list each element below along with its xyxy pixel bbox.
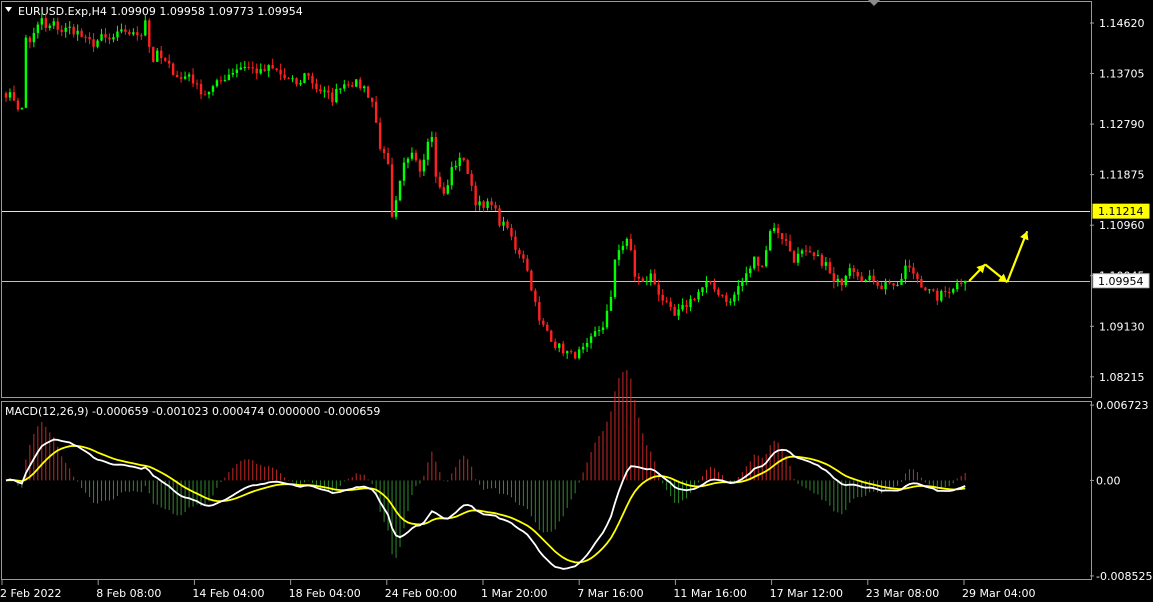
candle <box>633 244 637 282</box>
candle <box>171 62 175 76</box>
candle <box>498 205 501 228</box>
candle <box>398 180 402 202</box>
time-tick-label: 11 Mar 16:00 <box>673 587 746 600</box>
candle <box>530 269 533 292</box>
candle <box>940 289 943 303</box>
time-tick-label: 2 Feb 2022 <box>0 587 61 600</box>
price-tick-label: 1.09130 <box>1099 320 1145 333</box>
candle <box>20 107 24 110</box>
candle <box>613 259 617 299</box>
price-tick-label: 1.10960 <box>1099 219 1145 232</box>
svg-text:1.11214: 1.11214 <box>1098 205 1144 218</box>
candle <box>366 85 370 99</box>
time-tick-label: 23 Mar 08:00 <box>866 587 939 600</box>
candle <box>768 229 772 252</box>
candle <box>434 131 438 184</box>
price-level-label: 1.11214 <box>1092 203 1150 219</box>
candle <box>466 158 469 175</box>
time-tick-label: 18 Feb 04:00 <box>289 587 361 600</box>
candle <box>355 78 358 88</box>
time-tick-label: 1 Mar 20:00 <box>481 587 547 600</box>
macd-tick-label: -0.008525 <box>1096 570 1152 583</box>
candle <box>390 157 394 219</box>
svg-text:1.09954: 1.09954 <box>1098 275 1144 288</box>
price-tick-label: 1.08215 <box>1099 371 1145 384</box>
price-tick-label: 1.12790 <box>1099 118 1145 131</box>
time-tick-label: 24 Feb 00:00 <box>385 587 457 600</box>
chart-canvas: EURUSD.Exp,H4 1.09909 1.09958 1.09773 1.… <box>0 0 1153 602</box>
macd-title: MACD(12,26,9) -0.000659 -0.001023 0.0004… <box>5 405 380 418</box>
macd-tick-label: 0.006723 <box>1096 399 1149 412</box>
price-tick-label: 1.11875 <box>1099 169 1145 182</box>
macd-tick-label: 0.00 <box>1096 474 1121 487</box>
candle <box>24 34 28 109</box>
price-level-label: 1.09954 <box>1092 273 1150 289</box>
time-tick-label: 29 Mar 04:00 <box>962 587 1035 600</box>
candle <box>303 72 306 84</box>
price-tick-label: 1.14620 <box>1099 17 1145 30</box>
price-tick-label: 1.13705 <box>1099 68 1145 81</box>
candle <box>550 329 553 343</box>
candle <box>753 256 756 271</box>
time-tick-label: 17 Mar 12:00 <box>770 587 843 600</box>
candle <box>792 250 796 263</box>
time-tick-label: 7 Mar 16:00 <box>577 587 643 600</box>
symbol-header: EURUSD.Exp,H4 1.09909 1.09958 1.09773 1.… <box>18 5 303 18</box>
time-tick-label: 8 Feb 08:00 <box>96 587 161 600</box>
time-tick-label: 14 Feb 04:00 <box>192 587 264 600</box>
candle <box>152 46 155 63</box>
